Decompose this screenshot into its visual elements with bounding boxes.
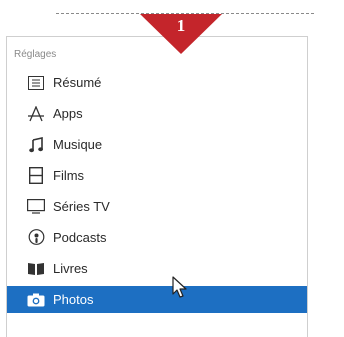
sidebar-item-label: Photos — [53, 292, 94, 307]
sidebar-item-label: Séries TV — [53, 199, 110, 214]
settings-sidebar: Réglages Résumé Apps Musique Films Série… — [6, 36, 308, 337]
sidebar-item-label: Résumé — [53, 75, 102, 90]
step-number-callout: 1 — [140, 14, 222, 54]
sidebar-item-films[interactable]: Films — [7, 162, 307, 189]
sidebar-item-label: Films — [53, 168, 85, 183]
sidebar-item-podcasts[interactable]: Podcasts — [7, 224, 307, 251]
sidebar-item-label: Podcasts — [53, 230, 107, 245]
tv-monitor-icon — [27, 198, 45, 216]
apps-a-icon — [27, 105, 45, 123]
sidebar-item-resume[interactable]: Résumé — [7, 69, 307, 96]
sidebar-item-label: Livres — [53, 261, 88, 276]
sidebar-item-photos[interactable]: Photos — [7, 286, 307, 313]
book-icon — [27, 260, 45, 278]
film-strip-icon — [27, 167, 45, 185]
sidebar-item-musique[interactable]: Musique — [7, 131, 307, 158]
sidebar-item-series-tv[interactable]: Séries TV — [7, 193, 307, 220]
sidebar-item-livres[interactable]: Livres — [7, 255, 307, 282]
sidebar-item-label: Musique — [53, 137, 103, 152]
podcast-icon — [27, 229, 45, 247]
camera-icon — [27, 291, 45, 309]
section-header-reglages: Réglages — [14, 49, 57, 60]
sidebar-item-apps[interactable]: Apps — [7, 100, 307, 127]
music-note-icon — [27, 136, 45, 154]
mouse-pointer-icon — [171, 276, 189, 300]
step-number: 1 — [176, 16, 186, 35]
sidebar-item-label: Apps — [53, 106, 83, 121]
summary-list-icon — [27, 74, 45, 92]
